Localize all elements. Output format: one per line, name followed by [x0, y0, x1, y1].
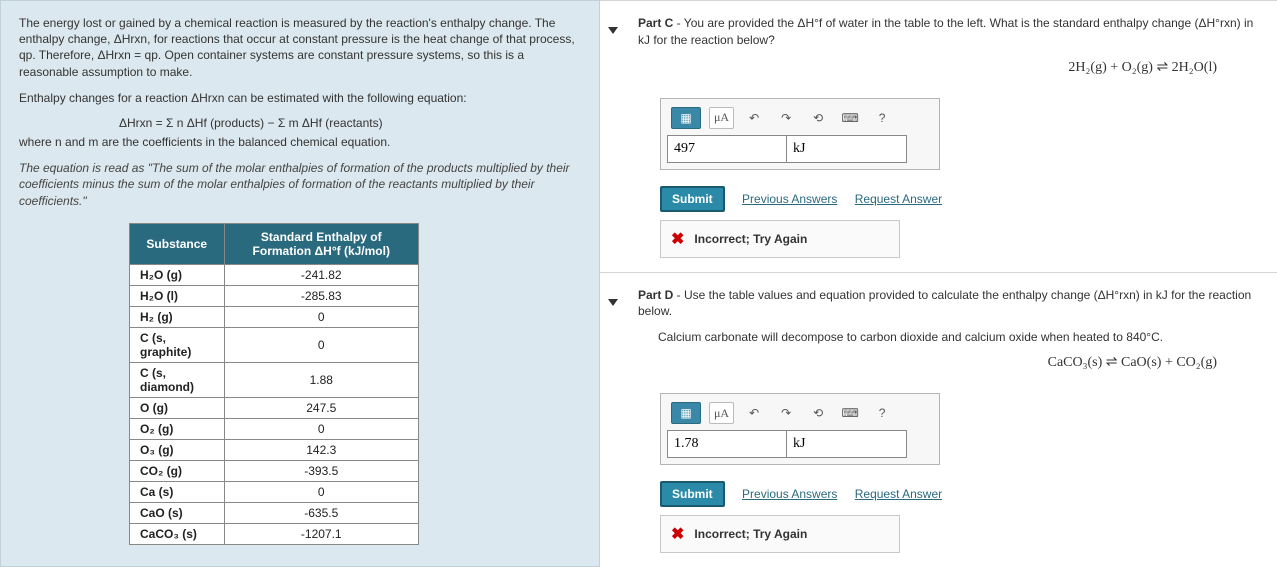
feedback-text-d: Incorrect; Try Again: [694, 527, 807, 541]
submit-button-d[interactable]: Submit: [660, 481, 725, 507]
reset-icon[interactable]: ⟲: [806, 402, 830, 424]
table-row: C (s, diamond)1.88: [130, 362, 419, 397]
intro-p4: The equation is read as "The sum of the …: [19, 160, 581, 209]
substance-cell: O (g): [130, 397, 225, 418]
collapse-caret-icon[interactable]: [608, 299, 618, 306]
undo-icon[interactable]: ↶: [742, 402, 766, 424]
help-button[interactable]: ?: [870, 107, 894, 129]
substance-cell: H₂O (g): [130, 264, 225, 285]
value-cell: 0: [224, 481, 418, 502]
substance-cell: CaO (s): [130, 502, 225, 523]
table-row: H₂O (l)-285.83: [130, 285, 419, 306]
value-cell: 1.88: [224, 362, 418, 397]
x-icon: ✖: [671, 229, 684, 249]
value-cell: -393.5: [224, 460, 418, 481]
value-cell: -285.83: [224, 285, 418, 306]
request-answer-link-d[interactable]: Request Answer: [855, 487, 942, 501]
part-c-label: Part C: [638, 16, 673, 30]
table-row: C (s, graphite)0: [130, 327, 419, 362]
value-cell: 0: [224, 327, 418, 362]
feedback-c: ✖ Incorrect; Try Again: [660, 220, 900, 258]
table-row: CO₂ (g)-393.5: [130, 460, 419, 481]
feedback-d: ✖ Incorrect; Try Again: [660, 515, 900, 553]
templates-icon[interactable]: ▦: [671, 107, 701, 129]
part-c-equation: 2H₂(g) + O₂(g) ⇌ 2H₂O(l): [620, 59, 1217, 76]
value-cell: 0: [224, 306, 418, 327]
collapse-caret-icon[interactable]: [608, 27, 618, 34]
part-c-prompt: Part C - You are provided the ΔH°f of wa…: [638, 15, 1257, 49]
table-row: O (g)247.5: [130, 397, 419, 418]
substance-cell: CO₂ (g): [130, 460, 225, 481]
table-row: H₂ (g)0: [130, 306, 419, 327]
unit-input-c[interactable]: [787, 135, 907, 163]
intro-p1: The energy lost or gained by a chemical …: [19, 15, 581, 80]
templates-icon[interactable]: ▦: [671, 402, 701, 424]
previous-answers-link-c[interactable]: Previous Answers: [742, 192, 837, 206]
part-d-line2: Calcium carbonate will decompose to carb…: [658, 330, 1257, 344]
value-cell: 0: [224, 418, 418, 439]
value-cell: 142.3: [224, 439, 418, 460]
value-cell: 247.5: [224, 397, 418, 418]
answer-box-c: ▦ μA ↶ ↷ ⟲ ⌨ ?: [660, 98, 940, 170]
submit-button-c[interactable]: Submit: [660, 186, 725, 212]
answer-box-d: ▦ μA ↶ ↷ ⟲ ⌨ ?: [660, 393, 940, 465]
substance-cell: O₂ (g): [130, 418, 225, 439]
table-row: H₂O (g)-241.82: [130, 264, 419, 285]
redo-icon[interactable]: ↷: [774, 107, 798, 129]
th-enthalpy: Standard Enthalpy of Formation ΔH°f (kJ/…: [224, 223, 418, 264]
value-cell: -635.5: [224, 502, 418, 523]
greek-button[interactable]: μA: [709, 402, 734, 424]
part-d-text: - Use the table values and equation prov…: [638, 288, 1251, 319]
toolbar-d: ▦ μA ↶ ↷ ⟲ ⌨ ?: [667, 400, 933, 430]
part-c-text: - You are provided the ΔH°f of water in …: [638, 16, 1253, 47]
value-cell: -241.82: [224, 264, 418, 285]
greek-button[interactable]: μA: [709, 107, 734, 129]
table-row: CaO (s)-635.5: [130, 502, 419, 523]
x-icon: ✖: [671, 524, 684, 544]
th-substance: Substance: [130, 223, 225, 264]
part-d: Part D - Use the table values and equati…: [600, 272, 1277, 567]
keyboard-icon[interactable]: ⌨: [838, 107, 862, 129]
unit-input-d[interactable]: [787, 430, 907, 458]
value-input-d[interactable]: [667, 430, 787, 458]
table-row: Ca (s)0: [130, 481, 419, 502]
keyboard-icon[interactable]: ⌨: [838, 402, 862, 424]
toolbar-c: ▦ μA ↶ ↷ ⟲ ⌨ ?: [667, 105, 933, 135]
substance-cell: C (s, graphite): [130, 327, 225, 362]
intro-p2: Enthalpy changes for a reaction ΔHrxn ca…: [19, 90, 581, 106]
table-row: CaCO₃ (s)-1207.1: [130, 523, 419, 544]
substance-cell: H₂ (g): [130, 306, 225, 327]
substance-cell: Ca (s): [130, 481, 225, 502]
reset-icon[interactable]: ⟲: [806, 107, 830, 129]
part-d-equation: CaCO₃(s) ⇌ CaO(s) + CO₂(g): [620, 354, 1217, 371]
request-answer-link-c[interactable]: Request Answer: [855, 192, 942, 206]
part-d-prompt: Part D - Use the table values and equati…: [638, 287, 1257, 321]
intro-p3: where n and m are the coefficients in th…: [19, 134, 581, 150]
enthalpy-table: Substance Standard Enthalpy of Formation…: [129, 223, 419, 545]
substance-cell: H₂O (l): [130, 285, 225, 306]
part-d-label: Part D: [638, 288, 673, 302]
value-input-c[interactable]: [667, 135, 787, 163]
value-cell: -1207.1: [224, 523, 418, 544]
intro-panel: The energy lost or gained by a chemical …: [0, 0, 600, 567]
equation-line: ΔHrxn = Σ n ΔHf (products) − Σ m ΔHf (re…: [119, 116, 581, 130]
substance-cell: C (s, diamond): [130, 362, 225, 397]
undo-icon[interactable]: ↶: [742, 107, 766, 129]
help-button[interactable]: ?: [870, 402, 894, 424]
previous-answers-link-d[interactable]: Previous Answers: [742, 487, 837, 501]
feedback-text-c: Incorrect; Try Again: [694, 232, 807, 246]
questions-panel: Part C - You are provided the ΔH°f of wa…: [600, 0, 1277, 567]
substance-cell: CaCO₃ (s): [130, 523, 225, 544]
part-c: Part C - You are provided the ΔH°f of wa…: [600, 0, 1277, 272]
substance-cell: O₃ (g): [130, 439, 225, 460]
table-row: O₂ (g)0: [130, 418, 419, 439]
table-row: O₃ (g)142.3: [130, 439, 419, 460]
redo-icon[interactable]: ↷: [774, 402, 798, 424]
